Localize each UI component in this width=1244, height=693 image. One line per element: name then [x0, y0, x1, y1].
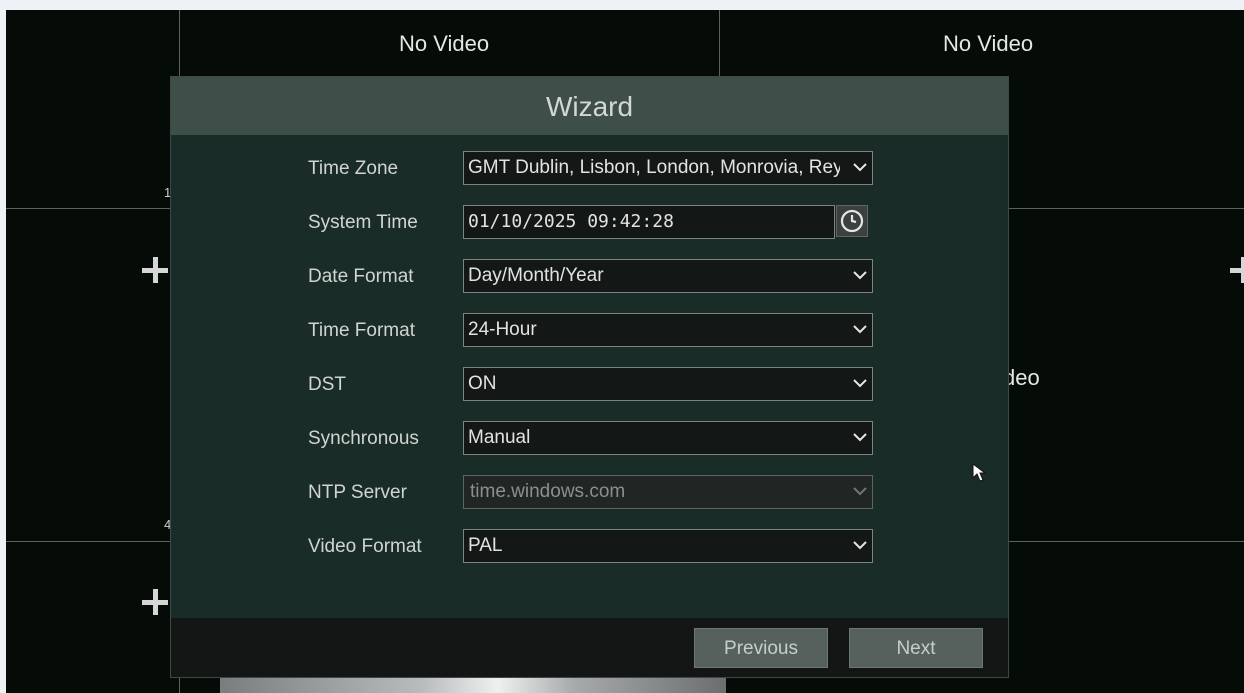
- date-format-label: Date Format: [308, 266, 414, 287]
- dialog-footer: Previous Next: [171, 618, 1008, 677]
- plus-icon[interactable]: [1230, 257, 1244, 283]
- next-button[interactable]: Next: [849, 628, 983, 668]
- video-format-value: PAL: [468, 535, 503, 556]
- time-format-label: Time Format: [308, 320, 415, 341]
- dst-select[interactable]: ON: [463, 367, 873, 401]
- time-format-value: 24-Hour: [468, 319, 537, 340]
- wizard-dialog: Wizard Time Zone GMT Dublin, Lisbon, Lon…: [171, 77, 1008, 677]
- synchronous-row: Synchronous Manual: [171, 421, 1008, 455]
- no-video-label: No Video: [399, 31, 490, 56]
- system-time-row: System Time 01/10/2025 09:42:28: [171, 205, 1008, 239]
- date-format-select[interactable]: Day/Month/Year: [463, 259, 873, 293]
- video-format-row: Video Format PAL: [171, 529, 1008, 563]
- previous-button[interactable]: Previous: [694, 628, 828, 668]
- video-format-select[interactable]: PAL: [463, 529, 873, 563]
- dst-row: DST ON: [171, 367, 1008, 401]
- system-time-value: 01/10/2025 09:42:28: [468, 211, 674, 232]
- dst-value: ON: [468, 373, 497, 394]
- no-video-label-partial: deo: [1003, 365, 1040, 390]
- plus-icon[interactable]: [142, 257, 168, 283]
- chevron-down-icon[interactable]: [850, 530, 870, 562]
- clock-icon[interactable]: [836, 205, 868, 237]
- time-zone-label: Time Zone: [308, 158, 399, 179]
- time-zone-select[interactable]: GMT Dublin, Lisbon, London, Monrovia, Re…: [463, 151, 873, 185]
- chevron-down-icon: [850, 476, 870, 508]
- date-format-row: Date Format Day/Month/Year: [171, 259, 1008, 293]
- date-format-value: Day/Month/Year: [468, 265, 604, 286]
- ntp-server-select: time.windows.com: [463, 475, 873, 509]
- ntp-server-row: NTP Server time.windows.com: [171, 475, 1008, 509]
- dst-label: DST: [308, 374, 346, 395]
- mouse-cursor-icon: [972, 463, 988, 488]
- plus-icon[interactable]: [142, 589, 168, 615]
- system-time-input[interactable]: 01/10/2025 09:42:28: [463, 205, 835, 239]
- time-zone-value: GMT Dublin, Lisbon, London, Monrovia, Re…: [468, 157, 840, 178]
- time-zone-row: Time Zone GMT Dublin, Lisbon, London, Mo…: [171, 151, 1008, 185]
- chevron-down-icon[interactable]: [850, 422, 870, 454]
- time-format-select[interactable]: 24-Hour: [463, 313, 873, 347]
- chevron-down-icon[interactable]: [850, 152, 870, 184]
- time-format-row: Time Format 24-Hour: [171, 313, 1008, 347]
- chevron-down-icon[interactable]: [850, 368, 870, 400]
- ntp-server-value: time.windows.com: [470, 481, 626, 502]
- camera-preview-image: [220, 678, 726, 693]
- synchronous-value: Manual: [468, 427, 531, 448]
- dialog-title: Wizard: [171, 77, 1008, 135]
- video-format-label: Video Format: [308, 536, 422, 557]
- chevron-down-icon[interactable]: [850, 260, 870, 292]
- synchronous-label: Synchronous: [308, 428, 419, 449]
- system-time-label: System Time: [308, 212, 418, 233]
- no-video-label: No Video: [943, 31, 1034, 56]
- ntp-server-label: NTP Server: [308, 482, 407, 503]
- synchronous-select[interactable]: Manual: [463, 421, 873, 455]
- chevron-down-icon[interactable]: [850, 314, 870, 346]
